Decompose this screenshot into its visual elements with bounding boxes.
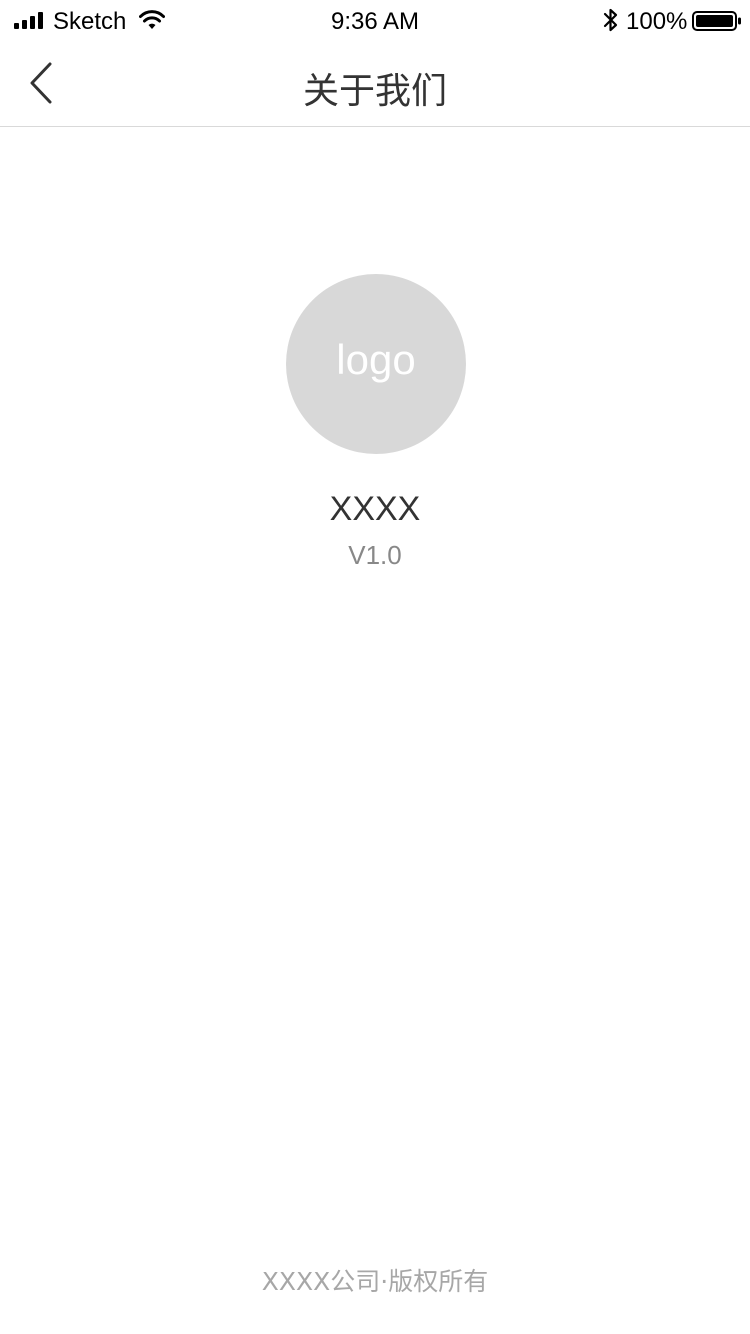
page-title: 关于我们	[302, 71, 447, 112]
copyright-text: XXXX公司·版权所有	[261, 1267, 489, 1296]
logo-placeholder-text: logo	[336, 336, 416, 383]
battery-percent: 100%	[626, 8, 688, 35]
app-name: XXXX	[329, 490, 421, 528]
bluetooth-icon	[603, 8, 618, 32]
app-version: V1.0	[348, 540, 402, 570]
navigation-bar: 关于我们	[0, 44, 750, 127]
app-logo: logo	[286, 274, 466, 454]
status-bar: Sketch 9:36 AM 100%	[0, 0, 750, 44]
battery-icon	[692, 11, 741, 31]
